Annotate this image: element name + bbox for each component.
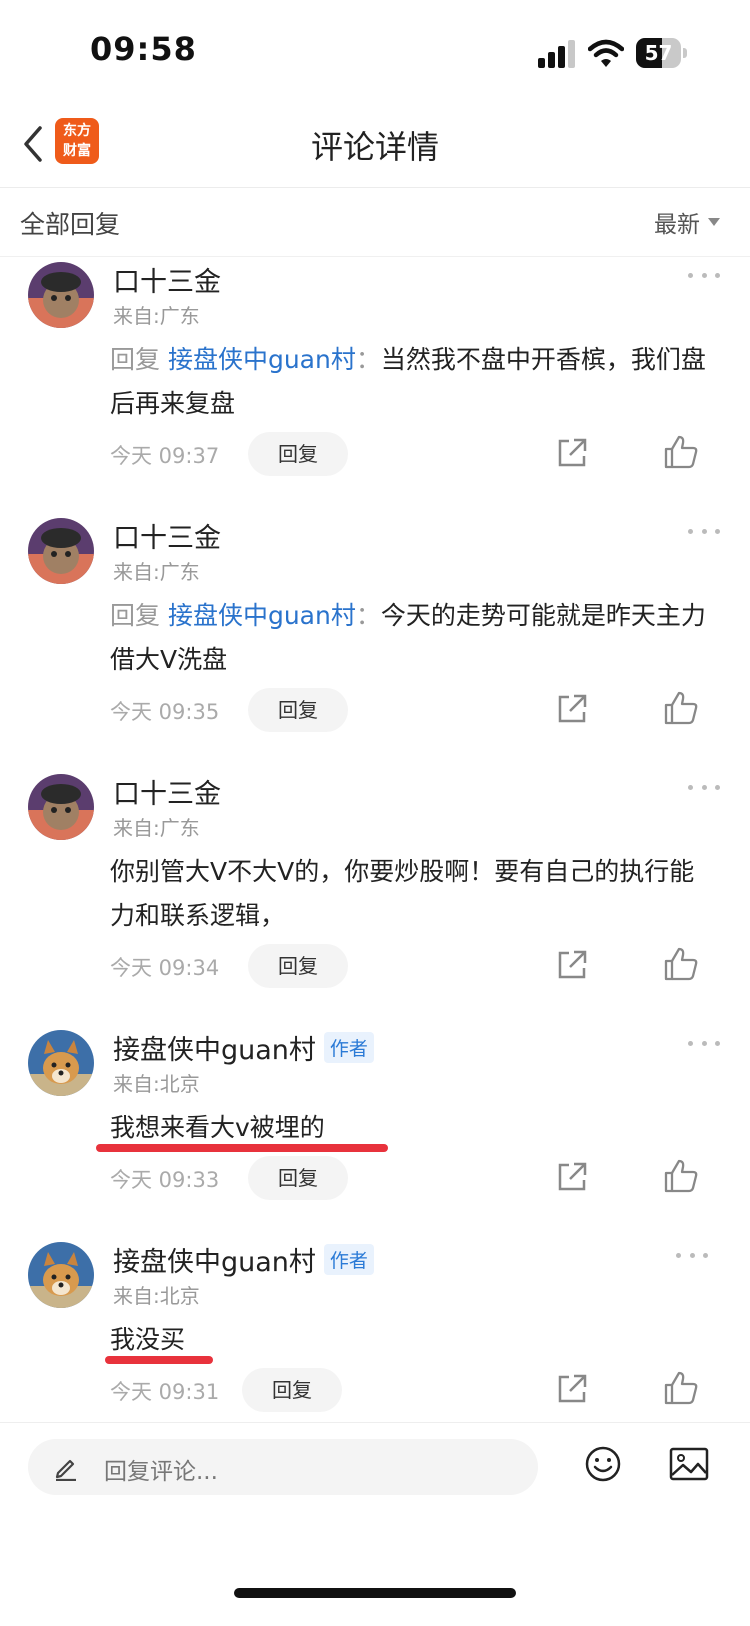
timestamp: 今天 09:34: [110, 956, 220, 980]
avatar[interactable]: [28, 1242, 94, 1308]
reply-prefix: 回复: [110, 601, 168, 630]
filter-bar: 全部回复 最新: [0, 189, 750, 257]
comment-item: 接盘侠中guan村 作者 来自:北京 我想来看大v被埋的 今天 09:33 回复: [0, 1020, 750, 1210]
more-options-button[interactable]: [688, 1038, 720, 1048]
home-indicator: [234, 1588, 516, 1598]
battery-level: 57: [644, 41, 673, 65]
comment-text: 回复 接盘侠中guan村：当然我不盘中开香槟，我们盘后再来复盘: [110, 345, 706, 418]
wifi-icon: [588, 39, 624, 67]
comment-text: 你别管大V不大V的，你要炒股啊！要有自己的执行能力和联系逻辑，: [110, 850, 710, 938]
timestamp: 今天 09:31: [110, 1380, 220, 1404]
more-options-button[interactable]: [676, 1250, 708, 1260]
user-row: 接盘侠中guan村 作者: [113, 1240, 374, 1279]
cellular-signal-icon: [538, 40, 575, 68]
username[interactable]: 口十三金: [113, 260, 221, 299]
reply-button[interactable]: 回复: [248, 944, 348, 988]
comment-body: 我没买: [110, 1325, 186, 1354]
user-row: 口十三金: [113, 516, 221, 555]
more-options-button[interactable]: [688, 270, 720, 280]
meta-row: 今天 09:31 回复: [110, 1368, 730, 1412]
share-icon[interactable]: [555, 1372, 589, 1406]
comment-text: 回复 接盘侠中guan村：今天的走势可能就是昨天主力借大V洗盘: [110, 601, 706, 674]
avatar[interactable]: [28, 262, 94, 328]
meta-row: 今天 09:35 回复: [110, 688, 730, 732]
share-icon[interactable]: [555, 692, 589, 726]
username[interactable]: 接盘侠中guan村: [113, 1240, 316, 1279]
meta-row: 今天 09:34 回复: [110, 944, 730, 988]
share-icon[interactable]: [555, 1160, 589, 1194]
location: 来自:北京: [113, 1072, 200, 1096]
avatar[interactable]: [28, 774, 94, 840]
thumbs-up-icon[interactable]: [663, 690, 699, 726]
reply-placeholder: 回复评论...: [104, 1459, 218, 1485]
thumbs-up-icon[interactable]: [663, 1370, 699, 1406]
author-badge: 作者: [323, 1244, 374, 1275]
pencil-icon: [55, 1459, 76, 1481]
timestamp: 今天 09:37: [110, 444, 220, 468]
author-badge: 作者: [323, 1032, 374, 1063]
comment-item: 口十三金 来自:广东 你别管大V不大V的，你要炒股啊！要有自己的执行能力和联系逻…: [0, 764, 750, 994]
comment-body: 我想来看大v被埋的: [110, 1113, 325, 1142]
bottom-reply-bar: 回复评论...: [0, 1422, 750, 1522]
nav-bar: 东方 财富 评论详情: [0, 100, 750, 188]
user-row: 口十三金: [113, 772, 221, 811]
username[interactable]: 接盘侠中guan村: [113, 1028, 316, 1067]
thumbs-up-icon[interactable]: [663, 1158, 699, 1194]
more-options-button[interactable]: [688, 526, 720, 536]
image-icon[interactable]: [668, 1445, 710, 1483]
username[interactable]: 口十三金: [113, 516, 221, 555]
user-row: 接盘侠中guan村 作者: [113, 1028, 374, 1067]
reply-button[interactable]: 回复: [242, 1368, 342, 1412]
reply-target-link[interactable]: 接盘侠中guan村: [168, 345, 356, 374]
location: 来自:广东: [113, 560, 200, 584]
reply-button[interactable]: 回复: [248, 432, 348, 476]
page-title: 评论详情: [310, 128, 439, 166]
red-underline-annotation: [96, 1144, 388, 1152]
emoji-icon[interactable]: [584, 1445, 622, 1483]
caret-down-icon: [708, 218, 720, 226]
thumbs-up-icon[interactable]: [663, 946, 699, 982]
location: 来自:北京: [113, 1284, 200, 1308]
comment-body: 你别管大V不大V的，你要炒股啊！要有自己的执行能力和联系逻辑，: [110, 857, 695, 930]
meta-row: 今天 09:33 回复: [110, 1156, 730, 1200]
avatar[interactable]: [28, 1030, 94, 1096]
location: 来自:广东: [113, 816, 200, 840]
comment-item: 口十三金 来自:广东 回复 接盘侠中guan村：当然我不盘中开香槟，我们盘后再来…: [0, 252, 750, 482]
status-time: 09:58: [90, 30, 197, 68]
sort-label: 最新: [654, 212, 700, 238]
reply-target-link[interactable]: 接盘侠中guan村: [168, 601, 356, 630]
comment-item: 口十三金 来自:广东 回复 接盘侠中guan村：今天的走势可能就是昨天主力借大V…: [0, 508, 750, 738]
timestamp: 今天 09:35: [110, 700, 220, 724]
share-icon[interactable]: [555, 948, 589, 982]
reply-prefix: 回复: [110, 345, 168, 374]
reply-button[interactable]: 回复: [248, 688, 348, 732]
username[interactable]: 口十三金: [113, 772, 221, 811]
more-options-button[interactable]: [688, 782, 720, 792]
reply-button[interactable]: 回复: [248, 1156, 348, 1200]
user-row: 口十三金: [113, 260, 221, 299]
avatar[interactable]: [28, 518, 94, 584]
timestamp: 今天 09:33: [110, 1168, 220, 1192]
status-bar: 09:58 57: [0, 0, 750, 100]
thumbs-up-icon[interactable]: [663, 434, 699, 470]
battery-icon: 57: [636, 38, 687, 68]
red-underline-annotation: [105, 1356, 213, 1364]
filter-label: 全部回复: [20, 210, 121, 239]
sort-dropdown[interactable]: 最新: [654, 205, 720, 239]
meta-row: 今天 09:37 回复: [110, 432, 730, 476]
share-icon[interactable]: [555, 436, 589, 470]
reply-input[interactable]: 回复评论...: [28, 1439, 538, 1495]
comment-item: 接盘侠中guan村 作者 来自:北京 我没买 今天 09:31 回复: [0, 1232, 750, 1417]
location: 来自:广东: [113, 304, 200, 328]
